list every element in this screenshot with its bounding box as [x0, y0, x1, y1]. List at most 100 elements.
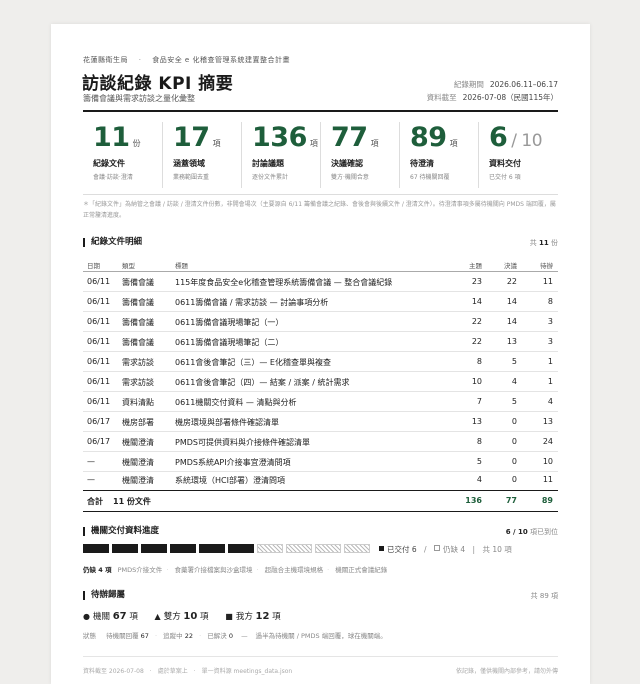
kpi-value: 17: [173, 122, 210, 153]
total-decisions: 77: [505, 496, 517, 505]
total-todos: 89: [541, 496, 553, 505]
docs-section-title: 紀錄文件明細: [83, 238, 142, 247]
progress-block-delivered: [83, 544, 109, 553]
todo-section-title: 待辦歸屬: [83, 591, 125, 600]
table-total-row: 合計 11 份文件 136 77 89: [83, 490, 558, 512]
table-row: 06/11 需求訪談 0611會後會筆記（四）— 結案 / 派案 / 統計需求 10 4…: [83, 372, 558, 392]
pending-item: 超融合主機環境規格: [264, 566, 324, 574]
table-row: — 機關澄清 系統環境（HCI部署）澄清問項 4 0 11: [87, 475, 553, 485]
todo-status: 狀態 待機關回覆 67 · 追蹤中 22 · 已解決 0 — 過半為待機關 / …: [83, 632, 387, 640]
total-topics: 136: [465, 496, 482, 505]
project-name: 食品安全 e 化稽查管理系統建置整合計畫: [152, 56, 290, 64]
kpi-unit: 項: [370, 139, 379, 148]
legend-done: 已交付 6: [379, 545, 417, 554]
pending-label: 仍缺 4 項: [83, 566, 112, 574]
period-label: 紀錄期間: [453, 80, 484, 89]
kpi-sub: 業務範圍去重: [173, 174, 210, 181]
kpi-label: 紀錄文件: [93, 159, 125, 168]
org-name: 花蓮縣衛生局: [83, 56, 128, 64]
progress-block-delivered: [112, 544, 138, 553]
kpi-topics: 136 項 討論議題 逐份文件累計: [241, 122, 321, 188]
todo-owner-agency: ● 機關 67 項: [83, 611, 138, 622]
kpi-domains: 17 項 涵蓋領域 業務範圍去重: [162, 122, 242, 188]
table-row: 06/11 籌備會議 0611籌備會議現場筆記（一） 22 14 3: [83, 312, 558, 332]
kpi-decisions: 77 項 決議確認 雙方·機關合意: [320, 122, 400, 188]
cutoff-meta: 資料截至 2026-07-08（民國115年）: [427, 92, 558, 103]
kpi-value: 11: [93, 122, 130, 153]
table-row: — 機關澄清 PMDS系統API介接事宜澄清問項 5 0 10: [83, 452, 558, 472]
delivery-section-title: 機關交付資料進度: [83, 527, 159, 536]
pending-item: 機關正式會議紀錄: [335, 566, 388, 574]
kpi-label: 待澄清: [410, 159, 434, 168]
col-topics: 主題: [469, 262, 482, 270]
table-row: 06/11 籌備會議 0611籌備會議現場筆記（二） 22 13 3: [83, 332, 558, 352]
kpi-denominator: / 10: [511, 131, 543, 151]
kpi-label: 資料交付: [489, 159, 521, 168]
col-title: 標題: [175, 262, 188, 270]
total-label: 合計: [87, 497, 103, 506]
progress-block-pending: [344, 544, 370, 553]
kpi-label: 決議確認: [331, 159, 363, 168]
kpi-unit: 項: [309, 139, 318, 148]
kpi-documents: 11 份 紀錄文件 會議·訪談·澄清: [83, 122, 162, 188]
org-line: 花蓮縣衛生局 · 食品安全 e 化稽查管理系統建置整合計畫: [83, 56, 290, 64]
progress-block-delivered: [199, 544, 225, 553]
cutoff-value: 2026-07-08（民國115年）: [462, 93, 558, 102]
kpi-value: 89: [410, 122, 447, 153]
kpi-sub: 逐份文件累計: [252, 174, 289, 181]
kpi-delivery: 6/ 10 資料交付 已交付 6 項: [478, 122, 558, 188]
pending-items: 仍缺 4 項 PMDS介接文件 · 食藥署介接檔案與沙盒環境 · 超融合主機環境規格…: [83, 566, 388, 574]
todo-count: 共 89 項: [530, 592, 558, 600]
delivery-legend: 已交付 6 / 仍缺 4 | 共 10 項: [379, 544, 512, 555]
legend-total: 共 10 項: [482, 545, 512, 554]
kpi-sub: 67 待機關回覆: [410, 174, 450, 181]
period-value: 2026.06.11–06.17: [489, 80, 558, 89]
delivery-ratio: 6 / 10 項已到位: [505, 528, 558, 536]
page-title: 訪談紀錄 KPI 摘要: [82, 74, 234, 94]
table-row: 06/11 籌備會議 0611籌備會議 / 需求訪談 — 討論事項分析 14 14 8: [83, 292, 558, 312]
col-decisions: 決議: [504, 262, 517, 270]
kpi-label: 涵蓋領域: [173, 159, 205, 168]
table-row: 06/17 機關澄清 PMDS可提供資料與介接條件確認清單 8 0 24: [83, 432, 558, 452]
table-row: 06/17 機房部署 機房環境與部署條件確認清單 13 0 13: [83, 412, 558, 432]
progress-block-pending: [315, 544, 341, 553]
footer-right: 依記錄，僅供機關內部參考，請勿外傳: [455, 668, 558, 675]
kpi-sub: 已交付 6 項: [489, 174, 521, 181]
kpi-value: 77: [331, 122, 368, 153]
kpi-label: 討論議題: [252, 159, 284, 168]
kpi-sub: 會議·訪談·澄清: [93, 174, 133, 181]
cutoff-label: 資料截至: [426, 93, 457, 102]
col-date: 日期: [87, 262, 100, 270]
total-docs: 11 份文件: [113, 497, 151, 506]
docs-count: 共 11 份: [529, 239, 558, 247]
col-type: 類型: [122, 262, 135, 270]
kpi-rule: [83, 194, 558, 195]
legend-pending: 仍缺 4: [433, 545, 465, 554]
kpi-sub: 雙方·機關合意: [331, 174, 369, 181]
table-row: 06/11 資料清點 0611機關交付資料 — 清點與分析 7 5 4: [83, 392, 558, 412]
report-page: 花蓮縣衛生局 · 食品安全 e 化稽查管理系統建置整合計畫 訪談紀錄 KPI 摘…: [51, 24, 590, 684]
page-subtitle: 籌備會議與需求訪談之量化彙整: [83, 94, 195, 103]
todo-owners: ● 機關 67 項 ▲ 雙方 10 項 ■ 我方 12 項: [83, 610, 295, 622]
kpi-unit: 項: [449, 139, 458, 148]
kpi-value: 136: [252, 122, 307, 153]
progress-block-delivered: [170, 544, 196, 553]
progress-block-delivered: [228, 544, 254, 553]
header-rule: [83, 110, 558, 112]
kpi-unit: 份: [132, 139, 141, 148]
todo-owner-both: ▲ 雙方 10 項: [154, 611, 209, 622]
progress-block-pending: [286, 544, 312, 553]
col-todos: 待辦: [540, 262, 553, 270]
footer-rule: [83, 656, 558, 657]
kpi-pending: 89 項 待澄清 67 待機關回覆: [399, 122, 479, 188]
progress-block-pending: [257, 544, 283, 553]
pending-item: 食藥署介接檔案與沙盒環境: [174, 566, 253, 574]
table-row: 06/11 需求訪談 0611會後會筆記（三）— E化稽查單與複查 8 5 1: [83, 352, 558, 372]
period-meta: 紀錄期間 2026.06.11–06.17: [454, 79, 558, 90]
footnote: ＊「紀錄文件」為納管之會議 / 訪談 / 澄清文件份數，非開會場次（主要源自 6…: [83, 201, 556, 219]
kpi-unit: 項: [212, 139, 221, 148]
todo-owner-us: ■ 我方 12 項: [225, 611, 281, 622]
table-row: 06/11 籌備會議 115年度食品安全e化稽查管理系統籌備會議 — 整合會議紀錄 2…: [83, 272, 558, 292]
footer-left: 資料截至 2026-07-08 · 處於草案上 · 單一資料源 meetings_dat…: [83, 668, 293, 675]
kpi-value: 6: [489, 122, 508, 153]
